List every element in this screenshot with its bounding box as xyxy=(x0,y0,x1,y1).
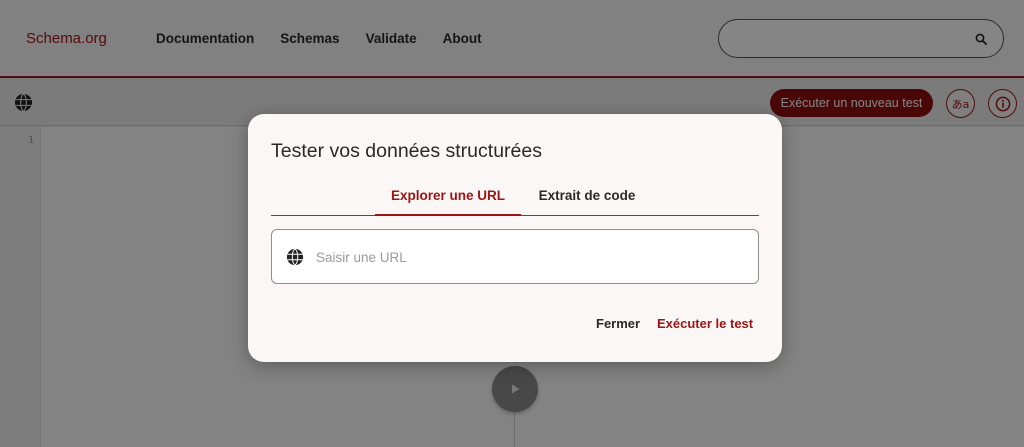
globe-icon xyxy=(286,248,304,266)
active-tab-indicator xyxy=(375,214,521,216)
tab-explore-url[interactable]: Explorer une URL xyxy=(375,188,521,203)
url-field[interactable] xyxy=(271,229,759,284)
close-button[interactable]: Fermer xyxy=(596,316,640,331)
test-dialog: Tester vos données structurées Explorer … xyxy=(248,114,782,362)
url-input[interactable] xyxy=(316,246,736,268)
tab-code-snippet[interactable]: Extrait de code xyxy=(535,188,639,203)
run-test-button[interactable]: Exécuter le test xyxy=(657,316,753,331)
dialog-title: Tester vos données structurées xyxy=(271,140,542,162)
dialog-tabs: Explorer une URL Extrait de code xyxy=(271,176,759,216)
